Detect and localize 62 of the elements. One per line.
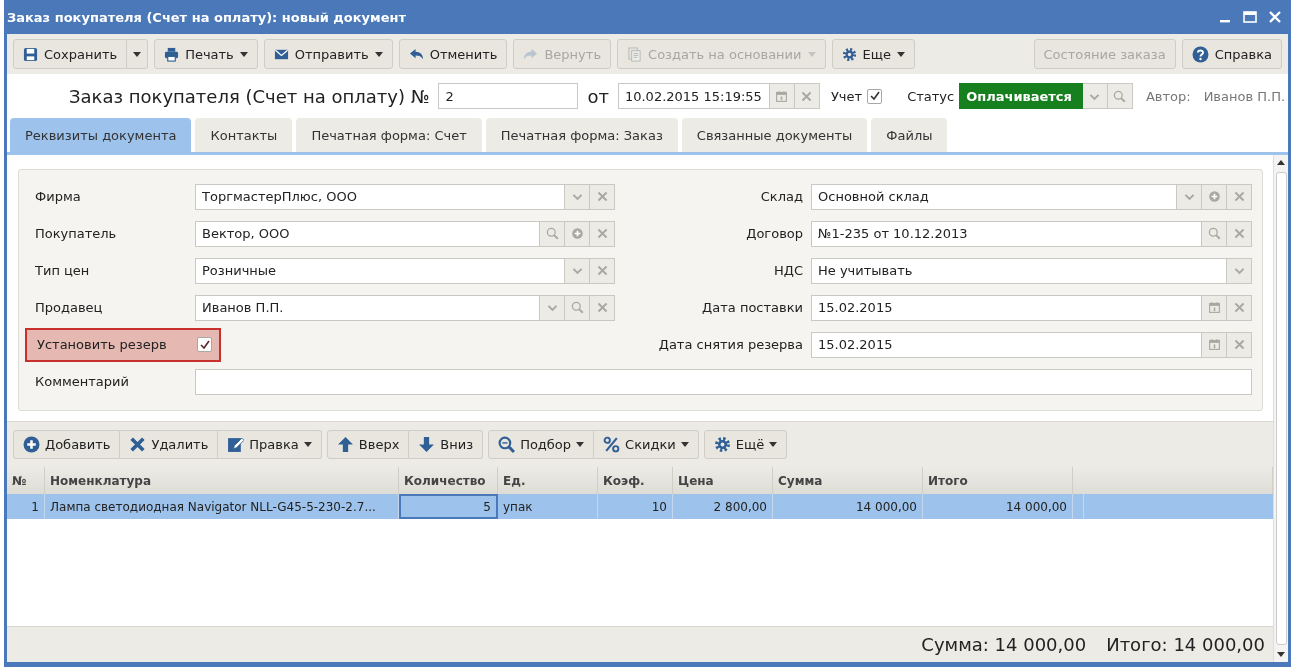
- tab[interactable]: Печатная форма: Счет: [296, 118, 482, 152]
- total-text: Сумма: 14 000,00: [921, 634, 1087, 655]
- table-cell: 14 000,00: [773, 494, 923, 519]
- input-field[interactable]: Не учитывать: [811, 257, 1227, 284]
- toolbar-button[interactable]: Скидки: [594, 430, 699, 459]
- field-label: Покупатель: [34, 226, 118, 241]
- input-field[interactable]: 15.02.2015: [811, 294, 1202, 321]
- field-label: Тип цен: [34, 263, 91, 278]
- toolbar-button[interactable]: Правка: [218, 430, 322, 459]
- tab[interactable]: Файлы: [871, 118, 948, 152]
- field-label: Продавец: [34, 300, 104, 315]
- table-cell: Лампа светодиодная Navigator NLL-G45-5-230-2.7...: [45, 494, 399, 519]
- input-field[interactable]: №1-235 от 10.12.2013: [811, 220, 1202, 247]
- status-label: Статус: [907, 88, 955, 104]
- table-cell: 5: [399, 494, 498, 519]
- checkbox-label: Установить резерв: [36, 337, 168, 352]
- input-field[interactable]: Розничные: [195, 257, 565, 284]
- tab[interactable]: Печатная форма: Заказ: [485, 118, 678, 152]
- field-label: НДС: [773, 263, 804, 278]
- field-label: Дата снятия резерва: [657, 337, 804, 352]
- toolbar-button[interactable]: Отменить: [398, 39, 508, 69]
- status-field[interactable]: Оплачивается: [959, 83, 1083, 109]
- author-label: Автор:: [1145, 88, 1191, 104]
- toolbar-button[interactable]: Ещё: [703, 430, 788, 459]
- window-title: Заказ покупателя (Счет на оплату): новый документ: [6, 9, 407, 25]
- number-field[interactable]: 2: [438, 83, 579, 109]
- toolbar-button[interactable]: Сохранить: [13, 39, 128, 69]
- toolbar-button[interactable]: Справка: [1181, 39, 1282, 69]
- table-row[interactable]: 1 Лампа светодиодная Navigator NLL-G45-5-230-2.7... 5 упак 10 2 800,00 14 000,00 14 000,00: [7, 494, 1273, 519]
- input-field[interactable]: ТоргмастерПлюс, ООО: [195, 183, 565, 210]
- tab[interactable]: Связанные документы: [681, 118, 868, 152]
- tab[interactable]: Реквизиты документа: [10, 118, 192, 152]
- input-field[interactable]: 15.02.2015: [811, 331, 1202, 358]
- toolbar-button[interactable]: Удалить: [120, 430, 219, 459]
- accounting-label: Учет: [830, 88, 863, 104]
- toolbar-button[interactable]: Подбор: [488, 430, 595, 459]
- toolbar-button[interactable]: Отправить: [263, 39, 393, 69]
- date-label: от: [587, 85, 609, 107]
- date-field[interactable]: 10.02.2015 15:19:55: [617, 83, 770, 109]
- document-title: Заказ покупателя (Счет на оплату) №: [69, 85, 430, 107]
- toolbar-button[interactable]: Еще: [831, 39, 915, 69]
- table-cell: 1: [7, 494, 45, 519]
- toolbar-button[interactable]: Добавить: [13, 430, 121, 459]
- input-field[interactable]: Вектор, ООО: [195, 220, 540, 247]
- column-header[interactable]: Количество: [399, 467, 498, 494]
- table-cell: 2 800,00: [673, 494, 773, 519]
- table-cell: упак: [498, 494, 598, 519]
- toolbar-button[interactable]: Вверх: [326, 430, 410, 459]
- input-field[interactable]: Основной склад: [811, 183, 1177, 210]
- field-label: Договор: [745, 226, 804, 241]
- field-label: Фирма: [34, 189, 82, 204]
- table-cell: 14 000,00: [923, 494, 1073, 519]
- input-field[interactable]: Иванов П.П.: [195, 294, 540, 321]
- tab[interactable]: Контакты: [195, 118, 293, 152]
- total-text: Итого: 14 000,00: [1106, 634, 1265, 655]
- author-name: Иванов П.П.: [1203, 88, 1286, 104]
- table-cell: 10: [598, 494, 673, 519]
- field-label: Дата поставки: [701, 300, 804, 315]
- toolbar-button[interactable]: Вниз: [409, 430, 484, 459]
- field-label: Комментарий: [34, 374, 130, 389]
- toolbar-button[interactable]: Печать: [154, 39, 258, 69]
- field-label: Склад: [759, 189, 804, 204]
